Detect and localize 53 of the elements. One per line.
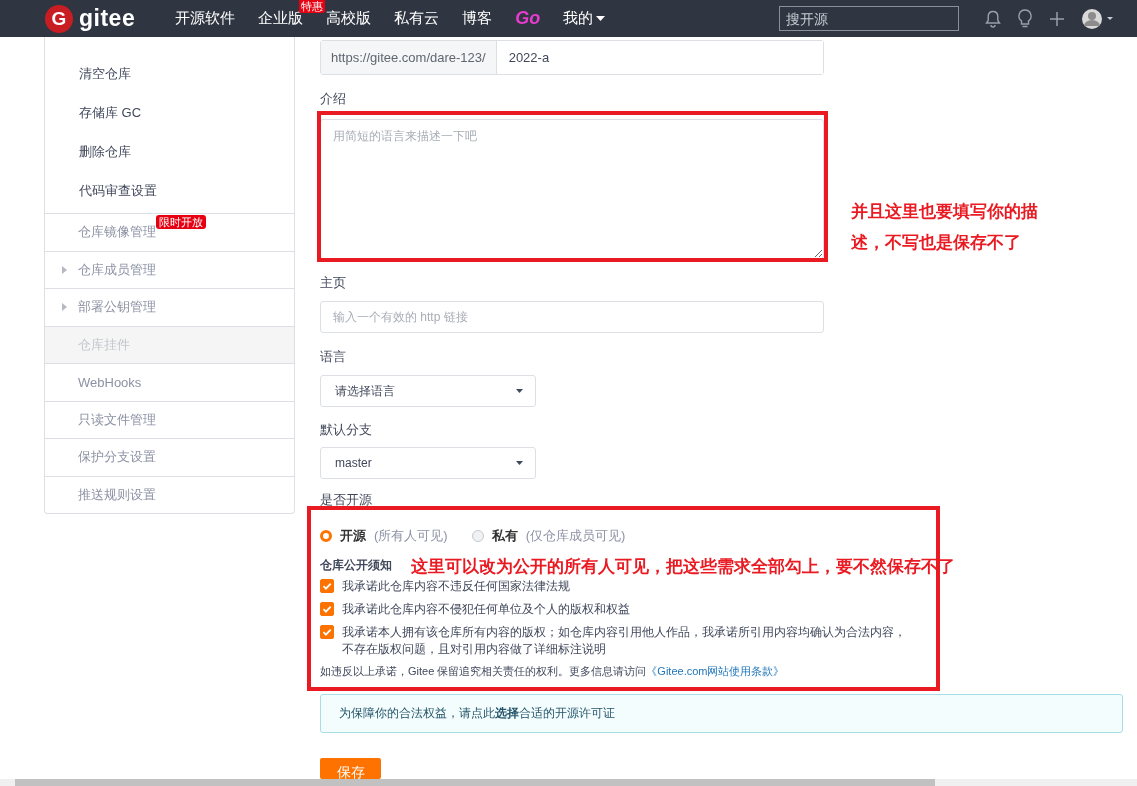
path-field[interactable]: https://gitee.com/dare-123/ 2022-a	[320, 40, 824, 75]
notice-text: 如违反以上承诺，Gitee 保留追究相关责任的权利。更多信息请访问《Gitee.com网站使用条款》	[320, 664, 786, 679]
sidebar-item[interactable]: 清空仓库	[79, 64, 131, 83]
nav-link[interactable]: 博客	[462, 9, 493, 28]
language-select[interactable]: 请选择语言	[320, 375, 536, 407]
field-label: 介绍	[320, 90, 347, 108]
caret-icon	[596, 16, 606, 21]
field-label: 是否开源	[320, 491, 373, 509]
checkbox[interactable]	[320, 579, 334, 593]
radio-hint: (所有人可见)	[374, 527, 448, 545]
field-label: 默认分支	[320, 421, 373, 439]
badge: 特惠	[299, 0, 326, 13]
homepage-field[interactable]: 输入一个有效的 http 链接	[320, 301, 824, 333]
checkbox[interactable]	[320, 602, 334, 616]
radio-label[interactable]: 私有	[491, 527, 518, 545]
logo-mark[interactable]: G	[45, 4, 73, 33]
checkbox[interactable]	[320, 625, 334, 639]
radio-hint: (仅仓库成员可见)	[525, 527, 626, 545]
avatar-icon[interactable]	[1081, 7, 1115, 30]
nav-link[interactable]: 开源软件	[175, 9, 236, 28]
terms-link[interactable]: 《Gitee.com网站使用条款》	[646, 665, 785, 677]
checkbox-label[interactable]: 我承诺本人拥有该仓库所有内容的版权；如仓库内容引用他人作品，我承诺所引用内容均确认为合法内容，不存在版权问题，且对引用内容做了详细标注说明	[342, 624, 917, 658]
license-tip: 为保障你的合法权益，请点此选择合适的开源许可证	[320, 694, 1123, 733]
badge: 限时开放	[156, 215, 206, 230]
scrollbar[interactable]	[0, 779, 1137, 786]
nav-dropdown[interactable]: 我的	[563, 9, 606, 28]
bell-icon[interactable]	[985, 9, 1001, 28]
annotation-text: 并且这里也要填写你的描述，不写也是保存不了	[851, 201, 1039, 254]
logo-text[interactable]: gitee	[79, 5, 136, 32]
expand-arrow-icon[interactable]	[62, 303, 67, 311]
description-field[interactable]: 用简短的语言来描述一下吧	[320, 119, 824, 259]
checkbox-label[interactable]: 我承诺此仓库内容不违反任何国家法律法规	[342, 578, 917, 595]
go-link[interactable]: Go	[515, 8, 541, 29]
radio-button[interactable]	[471, 530, 484, 542]
sidebar-item[interactable]: 存储库 GC	[79, 103, 142, 122]
annotation-text: 这里可以改为公开的所有人可见，把这些需求全部勾上，要不然保存不了	[411, 556, 955, 578]
sidebar-item[interactable]: 删除仓库	[79, 142, 131, 161]
checkbox-label[interactable]: 我承诺此仓库内容不侵犯任何单位及个人的版权和权益	[342, 601, 917, 618]
branch-select[interactable]: master	[320, 447, 536, 479]
sidebar-item[interactable]: 代码审查设置	[79, 181, 157, 200]
nav-link[interactable]: 高校版	[326, 9, 372, 28]
field-label: 语言	[320, 348, 347, 366]
lightbulb-icon[interactable]	[1017, 8, 1033, 29]
notice-title: 仓库公开须知	[320, 557, 392, 574]
field-label: 主页	[320, 274, 347, 292]
nav-link[interactable]: 私有云	[394, 9, 440, 28]
expand-arrow-icon[interactable]	[62, 265, 67, 274]
search-field[interactable]: 搜开源	[779, 6, 959, 31]
caret-icon	[516, 461, 523, 465]
radio-button[interactable]	[320, 530, 332, 542]
radio-label[interactable]: 开源	[340, 527, 366, 545]
caret-icon	[516, 389, 523, 393]
plus-icon[interactable]	[1049, 10, 1065, 27]
